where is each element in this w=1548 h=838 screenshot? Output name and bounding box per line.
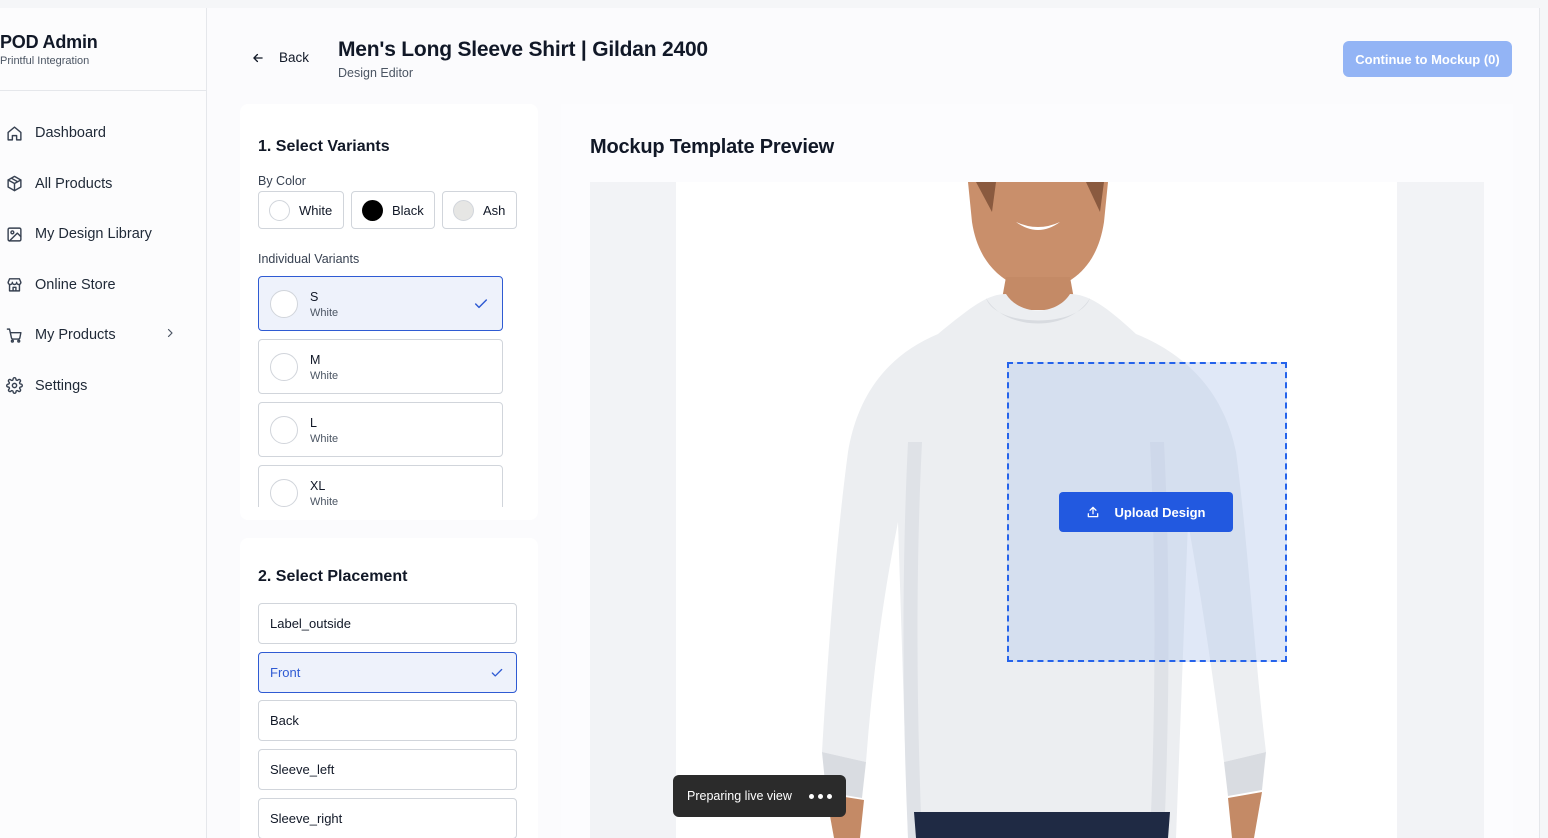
preview-title: Mockup Template Preview [590,136,834,158]
toast-label: Preparing live view [687,789,792,803]
color-chip-white[interactable]: White [258,191,344,229]
brand: POD Admin Printful Integration [0,32,98,67]
store-icon [7,278,22,292]
placement-option[interactable]: Sleeve_left [258,749,517,790]
package-icon [7,175,22,192]
mockup-canvas[interactable]: Upload Design [590,182,1484,838]
page-header: Back Men's Long Sleeve Shirt | Gildan 24… [207,8,1540,98]
variant-list[interactable]: S White M White L White XL White [258,276,504,507]
chevron-right-icon [164,327,176,343]
variant-radio [270,290,298,318]
variant-size: XL [310,479,326,493]
check-icon [491,668,503,677]
sidebar-item-label: Dashboard [35,125,106,142]
continue-to-mockup-button[interactable]: Continue to Mockup (0) [1343,41,1512,77]
sidebar: POD Admin Printful Integration Dashboard… [0,8,207,838]
sidebar-item-label: Online Store [35,276,116,293]
gear-icon [6,377,23,395]
variant-color: White [310,496,339,507]
placement-label: Sleeve_right [270,811,343,826]
mockup-image-area: Upload Design [676,182,1397,838]
placement-section-title: 2. Select Placement [258,568,408,585]
arrow-left-icon [253,53,263,62]
upload-design-label: Upload Design [1114,504,1206,520]
variant-color: White [310,370,339,382]
placement-label: Label_outside [270,616,351,631]
variant-item[interactable]: L White [258,402,503,457]
sidebar-item-label: My Products [35,327,116,344]
preview-panel: Mockup Template Preview Upload Design [561,104,1513,838]
sidebar-divider [0,90,206,91]
individual-variants-label: Individual Variants [258,252,360,266]
color-swatch [453,199,474,221]
variant-radio [270,353,298,381]
loading-dots-icon [809,794,832,799]
check-icon [474,299,488,309]
image-icon [7,227,22,242]
color-chip-label: Black [392,202,424,218]
sidebar-item-label: All Products [35,175,113,192]
variant-size: L [310,416,317,430]
color-chip-label: White [299,202,333,218]
color-chip-black[interactable]: Black [351,191,435,229]
sidebar-item-online-store[interactable]: Online Store [0,260,206,311]
sidebar-item-dashboard[interactable]: Dashboard [0,108,206,159]
variant-item[interactable]: M White [258,339,503,394]
preparing-live-view-toast: Preparing live view [673,775,846,817]
placement-option[interactable]: Front [258,652,517,693]
page-title: Men's Long Sleeve Shirt | Gildan 2400 [338,38,708,61]
sidebar-item-settings[interactable]: Settings [0,361,206,412]
variant-item[interactable]: S White [258,276,503,331]
brand-subtitle: Printful Integration [0,55,90,67]
color-swatch [269,199,290,221]
variant-size: M [310,353,321,367]
placement-panel: 2. Select Placement Label_outside Front … [240,538,538,838]
by-color-label: By Color [258,174,306,188]
sidebar-nav: Dashboard All Products My Design Library… [0,108,206,411]
upload-icon [1088,506,1099,518]
variant-radio [270,416,298,444]
brand-title: POD Admin [0,32,98,52]
variant-radio [270,479,298,507]
sidebar-item-all-products[interactable]: All Products [0,159,206,210]
sidebar-item-my-products[interactable]: My Products [0,310,206,361]
variants-section-title: 1. Select Variants [258,138,390,155]
placement-label: Front [270,665,301,680]
placement-option[interactable]: Back [258,700,517,741]
page-subtitle: Design Editor [338,66,414,80]
color-chip-label: Ash [483,202,506,218]
sidebar-item-design-library[interactable]: My Design Library [0,209,206,260]
placement-label: Back [270,713,299,728]
app-window: POD Admin Printful Integration Dashboard… [0,8,1540,838]
sidebar-item-label: Settings [35,377,88,394]
upload-design-button[interactable]: Upload Design [1059,492,1233,532]
cart-icon [6,328,22,343]
home-icon [7,126,22,141]
back-label: Back [279,50,310,65]
variant-color: White [310,307,339,319]
placement-option[interactable]: Label_outside [258,603,517,644]
back-button[interactable]: Back [251,50,309,65]
variant-item[interactable]: XL White [258,465,503,507]
sidebar-item-label: My Design Library [35,226,152,243]
variants-panel: 1. Select Variants By Color White Black … [240,104,538,520]
color-swatch [362,199,383,221]
variant-size: S [310,290,319,304]
variant-color: White [310,433,339,445]
placement-label: Sleeve_left [270,762,335,777]
color-chip-ash[interactable]: Ash [442,191,517,229]
placement-option[interactable]: Sleeve_right [258,798,517,838]
